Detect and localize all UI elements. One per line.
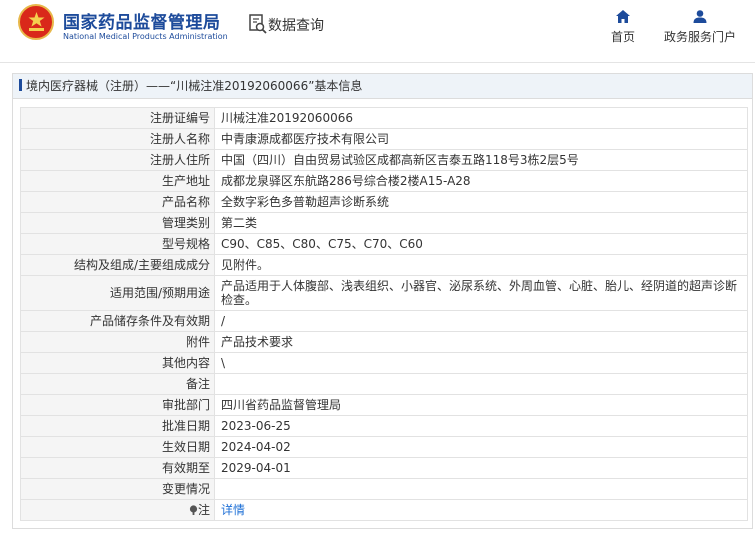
table-row: 管理类别 第二类 (20, 212, 748, 234)
row-label: 生产地址 (20, 170, 215, 192)
table-row: 注册人名称 中青康源成都医疗技术有限公司 (20, 128, 748, 150)
row-value: 第二类 (214, 212, 748, 234)
site-title: 国家药品监督管理局 (63, 13, 221, 33)
row-label: 审批部门 (20, 394, 215, 416)
row-label: 有效期至 (20, 457, 215, 479)
row-value: 中青康源成都医疗技术有限公司 (214, 128, 748, 150)
row-label: 附件 (20, 331, 215, 353)
table-row: 变更情况 (20, 478, 748, 500)
row-value: / (214, 310, 748, 332)
table-row: 型号规格 C90、C85、C80、C75、C70、C60 (20, 233, 748, 255)
row-value: 成都龙泉驿区东航路286号综合楼2楼A15-A28 (214, 170, 748, 192)
note-label-cell: 注 (20, 499, 215, 521)
note-row: 注 详情 (20, 499, 748, 521)
table-row: 结构及组成/主要组成成分 见附件。 (20, 254, 748, 276)
info-table: 注册证编号 川械注准20192060066 注册人名称 中青康源成都医疗技术有限公司… (20, 107, 748, 521)
row-label: 适用范围/预期用途 (20, 275, 215, 311)
table-row: 生效日期 2024-04-02 (20, 436, 748, 458)
row-value (214, 478, 748, 500)
row-value: 2023-06-25 (214, 415, 748, 437)
row-value: 中国（四川）自由贸易试验区成都高新区吉泰五路118号3栋2层5号 (214, 149, 748, 171)
row-label: 生效日期 (20, 436, 215, 458)
table-row: 有效期至 2029-04-01 (20, 457, 748, 479)
row-label: 备注 (20, 373, 215, 395)
row-value: 四川省药品监督管理局 (214, 394, 748, 416)
table-row: 产品名称 全数字彩色多普勒超声诊断系统 (20, 191, 748, 213)
row-value: 产品技术要求 (214, 331, 748, 353)
nav-service-portal[interactable]: 政务服务门户 (664, 10, 736, 45)
home-icon (616, 10, 630, 23)
table-row: 附件 产品技术要求 (20, 331, 748, 353)
table-row: 批准日期 2023-06-25 (20, 415, 748, 437)
detail-panel: 境内医疗器械（注册）——“川械注准20192060066”基本信息 注册证编号川… (12, 73, 753, 529)
header-marker (19, 79, 22, 91)
data-query-link[interactable]: 数据查询 (268, 15, 324, 35)
note-value-cell: 详情 (214, 499, 748, 521)
table-row: 注册证编号 川械注准20192060066 (20, 107, 748, 129)
table-row: 备注 (20, 373, 748, 395)
row-label: 管理类别 (20, 212, 215, 234)
table-row: 产品储存条件及有效期 / (20, 310, 748, 332)
row-label: 批准日期 (20, 415, 215, 437)
details-link[interactable]: 详情 (221, 503, 245, 517)
row-label: 其他内容 (20, 352, 215, 374)
panel-header: 境内医疗器械（注册）——“川械注准20192060066”基本信息 (13, 74, 752, 99)
table-row: 注册人住所 中国（四川）自由贸易试验区成都高新区吉泰五路118号3栋2层5号 (20, 149, 748, 171)
row-value: 全数字彩色多普勒超声诊断系统 (214, 191, 748, 213)
row-label: 注册人名称 (20, 128, 215, 150)
row-label: 结构及组成/主要组成成分 (20, 254, 215, 276)
row-label: 注册证编号 (20, 107, 215, 129)
table-row: 生产地址 成都龙泉驿区东航路286号综合楼2楼A15-A28 (20, 170, 748, 192)
table-row: 适用范围/预期用途 产品适用于人体腹部、浅表组织、小器官、泌尿系统、外周血管、心脏… (20, 275, 748, 311)
nav-home[interactable]: 首页 (611, 10, 635, 45)
breadcrumb: 境内医疗器械（注册）——“川械注准20192060066”基本信息 (26, 79, 363, 93)
row-value (214, 373, 748, 395)
row-value: \ (214, 352, 748, 374)
row-label: 注册人住所 (20, 149, 215, 171)
row-value: 川械注准20192060066 (214, 107, 748, 129)
row-value: 见附件。 (214, 254, 748, 276)
row-value: 2029-04-01 (214, 457, 748, 479)
row-value: C90、C85、C80、C75、C70、C60 (214, 233, 748, 255)
table-row: 审批部门 四川省药品监督管理局 (20, 394, 748, 416)
info-icon (189, 505, 198, 515)
user-icon (693, 10, 707, 23)
nav-home-label: 首页 (611, 30, 636, 44)
nav-service-label: 政务服务门户 (664, 30, 737, 44)
row-label: 型号规格 (20, 233, 215, 255)
row-label: 产品储存条件及有效期 (20, 310, 215, 332)
row-value: 产品适用于人体腹部、浅表组织、小器官、泌尿系统、外周血管、心脏、胎儿、经阴道的超… (214, 275, 748, 311)
site-subtitle: National Medical Products Administration (63, 32, 228, 41)
note-label: 注 (197, 503, 210, 517)
data-query-icon[interactable] (249, 14, 267, 34)
row-label: 变更情况 (20, 478, 215, 500)
table-row: 其他内容 \ (20, 352, 748, 374)
row-value: 2024-04-02 (214, 436, 748, 458)
top-bar: 国家药品监督管理局 National Medical Products Admi… (0, 0, 755, 63)
row-label: 产品名称 (20, 191, 215, 213)
national-emblem-logo (18, 4, 54, 40)
